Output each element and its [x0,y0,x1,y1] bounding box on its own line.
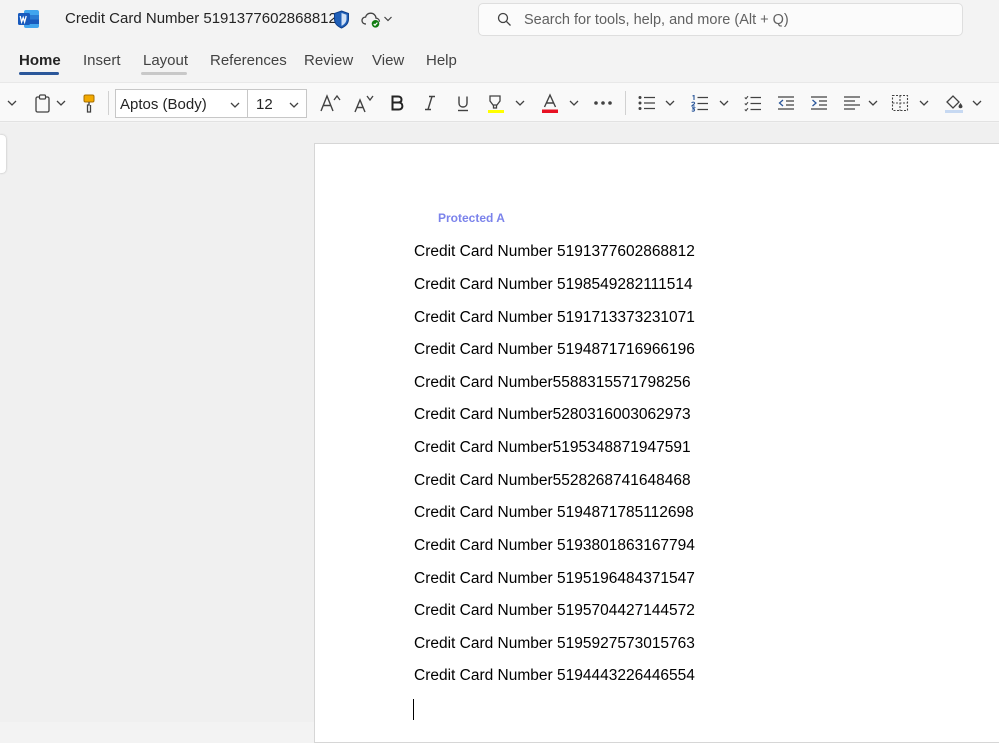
title-bar: Credit Card Number 5191377602868812 [0,0,999,40]
document-line[interactable]: Credit Card Number5195348871947591 [414,439,691,457]
tab-references[interactable]: References [210,52,287,69]
font-size-combobox[interactable]: 12 [247,89,307,118]
search-input[interactable] [524,4,954,35]
cloud-saved-icon[interactable] [361,11,381,28]
tab-view[interactable]: View [372,52,404,69]
borders-icon[interactable] [890,91,910,115]
active-tab-indicator [19,72,59,75]
document-line[interactable]: Credit Card Number5280316003062973 [414,406,691,424]
ribbon-toolbar: Aptos (Body) 12 [0,82,999,122]
chevron-down-icon [230,102,240,108]
document-line[interactable]: Credit Card Number 5194443226446554 [414,667,695,685]
align-dropdown-chevron-icon[interactable] [866,91,880,115]
font-name-combobox[interactable]: Aptos (Body) [115,89,248,118]
document-line[interactable]: Credit Card Number 5195196484371547 [414,570,695,588]
document-line[interactable]: Credit Card Number 5198549282111514 [414,276,693,294]
document-line[interactable]: Credit Card Number 5194871716966196 [414,341,695,359]
italic-icon[interactable] [420,91,440,115]
checklist-icon[interactable] [743,91,763,115]
word-icon[interactable] [18,9,40,29]
chevron-down-icon[interactable] [383,14,393,24]
tab-insert[interactable]: Insert [83,52,121,69]
navigation-pane-handle[interactable] [0,135,6,173]
ribbon-tabs: Home Insert Layout References Review Vie… [0,44,999,80]
document-line[interactable]: Credit Card Number 5191377602868812 [414,243,695,261]
document-title[interactable]: Credit Card Number 5191377602868812 [65,10,337,27]
bullets-icon[interactable] [637,91,657,115]
document-line[interactable]: Credit Card Number 5195704427144572 [414,602,695,620]
shading-dropdown-chevron-icon[interactable] [970,91,984,115]
font-size-value: 12 [256,96,273,113]
align-left-icon[interactable] [842,91,862,115]
borders-dropdown-chevron-icon[interactable] [917,91,931,115]
toolbar-divider [625,91,626,115]
shield-icon[interactable] [333,10,350,29]
text-cursor [413,699,414,720]
bullets-dropdown-chevron-icon[interactable] [663,91,677,115]
document-line[interactable]: Credit Card Number5528268741648468 [414,472,691,490]
paste-icon[interactable] [32,91,52,115]
more-options-icon[interactable] [592,91,614,115]
sensitivity-label: Protected A [438,211,505,225]
document-line[interactable]: Credit Card Number 5195927573015763 [414,635,695,653]
numbering-icon[interactable] [690,91,710,115]
increase-indent-icon[interactable] [809,91,829,115]
document-line[interactable]: Credit Card Number 5194871785112698 [414,504,694,522]
document-line[interactable]: Credit Card Number 5193801863167794 [414,537,695,555]
document-line[interactable]: Credit Card Number5588315571798256 [414,374,691,392]
search-box[interactable] [478,3,963,36]
hover-tab-indicator [141,72,187,75]
paste-dropdown-chevron-icon[interactable] [54,91,68,115]
tab-help[interactable]: Help [426,52,457,69]
numbering-dropdown-chevron-icon[interactable] [717,91,731,115]
document-line[interactable]: Credit Card Number 5191713373231071 [414,309,695,327]
tab-review[interactable]: Review [304,52,353,69]
font-name-value: Aptos (Body) [120,96,207,113]
tab-home[interactable]: Home [19,52,61,69]
toolbar-divider [108,91,109,115]
font-color-icon[interactable] [539,91,561,115]
shrink-font-icon[interactable] [352,91,376,115]
bold-icon[interactable] [387,91,407,115]
grow-font-icon[interactable] [318,91,342,115]
format-painter-icon[interactable] [79,91,99,115]
chevron-down-icon [289,102,299,108]
search-icon [497,12,511,26]
highlight-icon[interactable] [485,91,507,115]
undo-dropdown-chevron-icon[interactable] [4,91,20,115]
tab-layout[interactable]: Layout [143,52,188,69]
font-color-dropdown-chevron-icon[interactable] [567,91,581,115]
highlight-dropdown-chevron-icon[interactable] [513,91,527,115]
underline-icon[interactable] [453,91,473,115]
shading-icon[interactable] [943,91,965,115]
decrease-indent-icon[interactable] [776,91,796,115]
